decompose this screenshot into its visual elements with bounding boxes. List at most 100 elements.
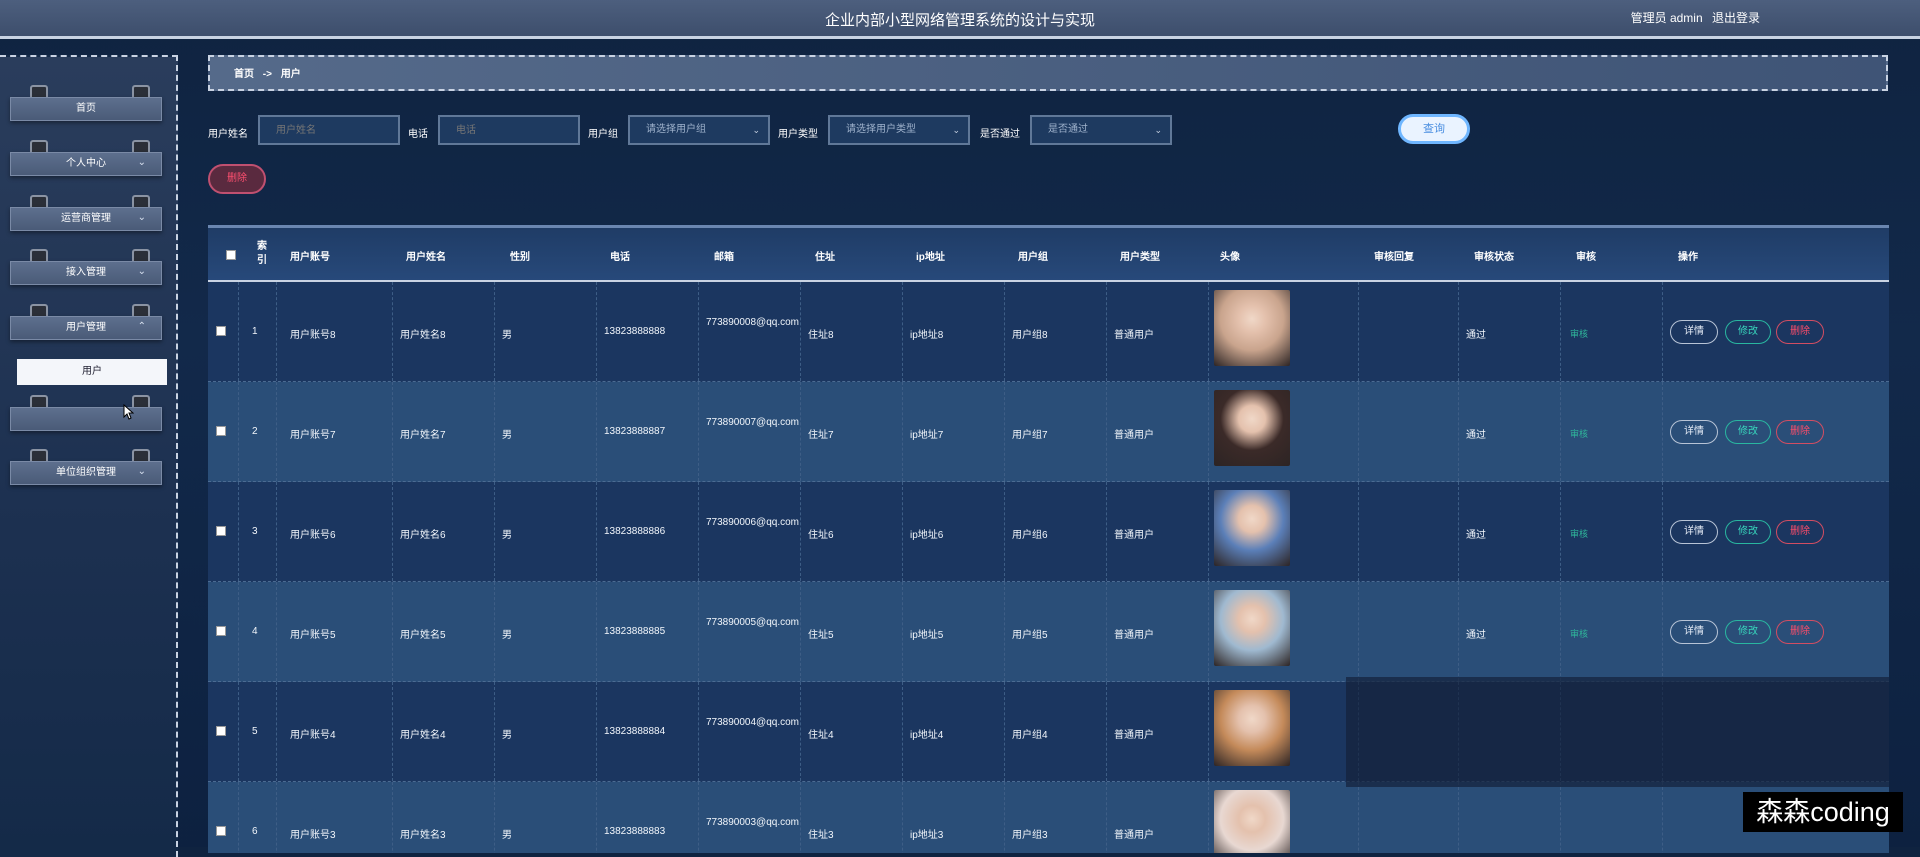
row-checkbox[interactable]	[216, 826, 226, 836]
edit-button[interactable]: 修改	[1725, 320, 1771, 344]
batch-delete-button[interactable]: 删除	[208, 164, 266, 194]
name-input[interactable]	[258, 115, 400, 145]
th-audit: 审核	[1576, 252, 1596, 263]
row-checkbox[interactable]	[216, 326, 226, 336]
cell-account: 用户账号3	[290, 830, 336, 841]
column-divider	[1458, 582, 1459, 681]
delete-button[interactable]: 删除	[1776, 420, 1824, 444]
edit-button[interactable]: 修改	[1725, 520, 1771, 544]
detail-button[interactable]: 详情	[1670, 320, 1718, 344]
column-divider	[494, 482, 495, 581]
chevron-up-icon: ⌃	[137, 321, 146, 332]
phone-input[interactable]	[438, 115, 580, 145]
cell-addr: 住址6	[808, 530, 834, 541]
chevron-down-icon: ⌄	[752, 125, 760, 135]
sidebar-subitem-user[interactable]: 用户	[17, 359, 167, 385]
cell-type: 普通用户	[1114, 830, 1154, 841]
cell-name: 用户姓名7	[400, 430, 446, 441]
detail-button[interactable]: 详情	[1670, 420, 1718, 444]
column-divider	[1004, 282, 1005, 381]
audit-link[interactable]: 审核	[1570, 627, 1588, 640]
column-divider	[276, 482, 277, 581]
table-row: 3 用户账号6 用户姓名6 男 13823888886 773890006@qq.com 住…	[208, 482, 1889, 582]
row-checkbox[interactable]	[216, 426, 226, 436]
breadcrumb: 首页 -> 用户	[208, 55, 1888, 91]
delete-button[interactable]: 删除	[1776, 620, 1824, 644]
column-divider	[902, 782, 903, 853]
detail-button[interactable]: 详情	[1670, 620, 1718, 644]
column-divider	[1560, 482, 1561, 581]
cell-group: 用户组3	[1012, 830, 1048, 841]
pass-select-value: 是否通过	[1048, 124, 1088, 135]
cell-addr: 住址7	[808, 430, 834, 441]
row-checkbox[interactable]	[216, 726, 226, 736]
avatar-image	[1214, 490, 1290, 566]
column-divider	[276, 582, 277, 681]
breadcrumb-current: 用户	[280, 69, 301, 80]
column-divider	[1004, 582, 1005, 681]
select-all-checkbox[interactable]	[226, 250, 236, 260]
chevron-down-icon: ⌄	[137, 466, 146, 477]
breadcrumb-home[interactable]: 首页	[234, 69, 254, 80]
pass-select[interactable]: 是否通过 ⌄	[1030, 115, 1172, 145]
sidebar-item-org-management[interactable]: 单位组织管理 ⌄	[10, 449, 162, 485]
edit-button[interactable]: 修改	[1725, 420, 1771, 444]
cell-account: 用户账号7	[290, 430, 336, 441]
column-divider	[1004, 682, 1005, 781]
th-name: 用户姓名	[406, 252, 446, 263]
sidebar-item-operator[interactable]: 运营商管理 ⌄	[10, 195, 162, 231]
column-divider	[698, 682, 699, 781]
column-divider	[1004, 782, 1005, 853]
sidebar-item-access[interactable]: 接入管理 ⌄	[10, 249, 162, 285]
column-divider	[1662, 782, 1663, 853]
cell-phone: 13823888884	[604, 726, 666, 737]
column-divider	[596, 582, 597, 681]
logout-link[interactable]: 退出登录	[1712, 11, 1760, 25]
sidebar-item-user-management[interactable]: 用户管理 ⌃	[10, 304, 162, 340]
th-index: 索引	[257, 241, 267, 266]
audit-link[interactable]: 审核	[1570, 327, 1588, 340]
column-divider	[1208, 282, 1209, 381]
edit-button[interactable]: 修改	[1725, 620, 1771, 644]
cell-addr: 住址5	[808, 630, 834, 641]
cell-group: 用户组8	[1012, 330, 1048, 341]
sidebar-item-home[interactable]: 首页	[10, 85, 162, 121]
column-divider	[1358, 382, 1359, 481]
detail-button[interactable]: 详情	[1670, 520, 1718, 544]
cell-type: 普通用户	[1114, 730, 1154, 741]
sidebar-item-hidden[interactable]	[10, 395, 162, 431]
column-divider	[1106, 782, 1107, 853]
chevron-down-icon: ⌄	[137, 157, 146, 168]
delete-button[interactable]: 删除	[1776, 520, 1824, 544]
column-divider	[902, 682, 903, 781]
query-button[interactable]: 查询	[1398, 114, 1470, 144]
th-address: 住址	[815, 252, 835, 263]
type-select[interactable]: 请选择用户类型 ⌄	[828, 115, 970, 145]
row-checkbox[interactable]	[216, 526, 226, 536]
column-divider	[1106, 282, 1107, 381]
avatar-image	[1214, 290, 1290, 366]
row-checkbox[interactable]	[216, 626, 226, 636]
cell-name: 用户姓名5	[400, 630, 446, 641]
delete-button[interactable]: 删除	[1776, 320, 1824, 344]
cell-email: 773890003@qq.com	[706, 817, 799, 828]
sidebar-item-personal-center[interactable]: 个人中心 ⌄	[10, 140, 162, 176]
avatar-image	[1214, 690, 1290, 766]
avatar-image	[1214, 590, 1290, 666]
table-row: 4 用户账号5 用户姓名5 男 13823888885 773890005@qq.com 住…	[208, 582, 1889, 682]
chevron-down-icon: ⌄	[1154, 125, 1162, 135]
column-divider	[698, 782, 699, 853]
column-divider	[596, 782, 597, 853]
column-divider	[494, 682, 495, 781]
audit-link[interactable]: 审核	[1570, 427, 1588, 440]
cell-idx: 2	[252, 426, 258, 437]
group-select[interactable]: 请选择用户组 ⌄	[628, 115, 770, 145]
cell-group: 用户组5	[1012, 630, 1048, 641]
cell-email: 773890005@qq.com	[706, 617, 799, 628]
cell-addr: 住址4	[808, 730, 834, 741]
audit-link[interactable]: 审核	[1570, 527, 1588, 540]
cell-sex: 男	[502, 330, 512, 341]
column-divider	[1004, 482, 1005, 581]
cell-account: 用户账号8	[290, 330, 336, 341]
name-label: 用户姓名	[208, 129, 248, 140]
